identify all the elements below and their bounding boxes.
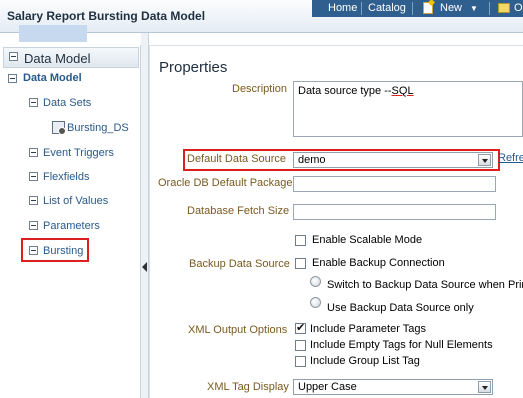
backup-data-source-label: Backup Data Source [189, 258, 290, 270]
tree-item-data-model[interactable]: Data Model [23, 72, 82, 84]
sql-dataset-icon [52, 121, 66, 135]
collapse-data-model-icon[interactable] [8, 74, 17, 83]
properties-title: Properties [159, 59, 228, 76]
nav-separator [361, 2, 362, 15]
nav-new-menu[interactable]: New [440, 2, 462, 14]
nav-catalog-link[interactable]: Catalog [368, 2, 406, 14]
database-fetch-size-input[interactable] [293, 204, 496, 220]
tree-panel-title: Data Model [24, 51, 91, 66]
enable-scalable-mode-label: Enable Scalable Mode [312, 234, 423, 246]
nav-separator [489, 2, 490, 15]
include-empty-tags-label: Include Empty Tags for Null Elements [310, 339, 493, 351]
new-document-icon [423, 2, 433, 14]
nav-home-link[interactable]: Home [328, 2, 357, 14]
oracle-db-default-package-label: Oracle DB Default Package [158, 177, 293, 189]
collapse-left-arrow-icon[interactable] [142, 262, 147, 272]
enable-backup-connection-checkbox[interactable] [295, 258, 306, 269]
refresh-link[interactable]: Refre [498, 152, 523, 164]
tree-item-bursting-ds[interactable]: Bursting_DS [67, 122, 129, 134]
collapse-panel-icon[interactable] [9, 52, 18, 61]
tree-panel-header: Data Model [3, 47, 139, 68]
database-fetch-size-label: Database Fetch Size [187, 205, 290, 217]
switch-to-backup-label: Switch to Backup Data Source when Prim [327, 279, 523, 291]
tree-item-data-sets[interactable]: Data Sets [43, 97, 91, 109]
collapse-flexfields-icon[interactable] [29, 172, 38, 181]
tree-item-event-triggers[interactable]: Event Triggers [43, 147, 114, 159]
chevron-down-icon[interactable]: ▼ [470, 4, 478, 13]
description-textarea[interactable]: Data source type --SQL [293, 81, 523, 137]
xml-tag-display-value: Upper Case [298, 381, 357, 393]
xml-output-options-label: XML Output Options [188, 324, 288, 336]
collapse-event-triggers-icon[interactable] [29, 148, 38, 157]
xml-tag-display-select[interactable]: Upper Case [293, 379, 493, 395]
use-backup-only-label: Use Backup Data Source only [327, 302, 474, 314]
bursting-highlight-box [21, 238, 89, 262]
panel-splitter[interactable] [141, 33, 149, 398]
tree-item-parameters[interactable]: Parameters [43, 220, 100, 232]
collapse-data-sets-icon[interactable] [29, 98, 38, 107]
description-text-sql: SQL [391, 85, 414, 97]
tree-item-list-of-values[interactable]: List of Values [43, 195, 108, 207]
xml-tag-display-label: XML Tag Display [207, 381, 289, 393]
use-backup-only-radio[interactable] [310, 297, 321, 308]
include-parameter-tags-checkbox[interactable] [295, 321, 306, 334]
dropdown-arrow-icon[interactable] [478, 381, 491, 393]
description-label: Description [232, 83, 288, 95]
oracle-db-default-package-input[interactable] [293, 176, 496, 192]
collapse-parameters-icon[interactable] [29, 221, 38, 230]
switch-to-backup-radio[interactable] [310, 276, 321, 287]
include-group-list-tag-checkbox[interactable] [295, 356, 306, 367]
include-empty-tags-checkbox[interactable] [295, 340, 306, 351]
folder-icon[interactable] [498, 3, 510, 13]
tree-item-data-model-selected[interactable] [19, 25, 87, 42]
enable-backup-connection-label: Enable Backup Connection [312, 257, 445, 269]
tree-item-flexfields[interactable]: Flexfields [43, 171, 89, 183]
enable-scalable-mode-checkbox[interactable] [295, 235, 306, 246]
nav-open-link[interactable]: O [514, 2, 523, 14]
app-title: Salary Report Bursting Data Model [7, 9, 206, 23]
default-data-source-highlight-box [183, 149, 500, 171]
description-text: Data source type -- [298, 85, 392, 97]
collapse-list-of-values-icon[interactable] [29, 196, 38, 205]
nav-separator [412, 2, 413, 15]
include-parameter-tags-label: Include Parameter Tags [310, 323, 426, 335]
include-group-list-tag-label: Include Group List Tag [310, 355, 420, 367]
